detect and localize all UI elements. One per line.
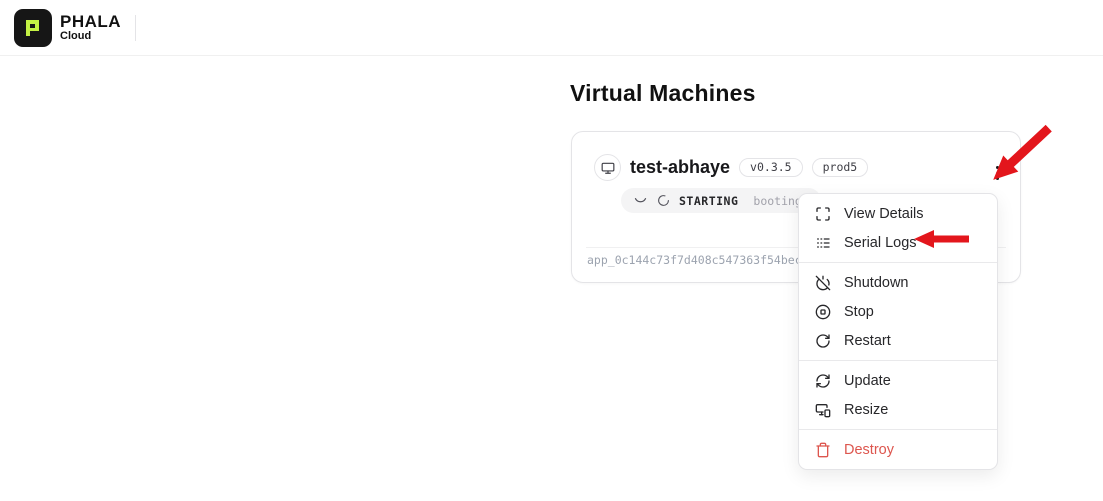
power-off-icon — [814, 274, 831, 291]
menu-item-shutdown[interactable]: Shutdown — [799, 268, 997, 297]
menu-separator — [799, 429, 997, 430]
vm-status-detail: booting — [753, 194, 801, 208]
spinner-icon — [657, 194, 670, 207]
topbar-divider — [135, 15, 136, 41]
brand-name: PHALA — [60, 13, 121, 30]
logs-list-icon — [814, 234, 831, 251]
brand-subtitle: Cloud — [60, 31, 121, 42]
menu-item-resize[interactable]: Resize — [799, 395, 997, 424]
vm-context-menu: View Details Serial Logs Shutdown — [798, 193, 998, 470]
vm-name: test-abhaye — [630, 157, 730, 178]
trash-icon — [814, 441, 831, 458]
vm-monitor-icon — [594, 154, 621, 181]
phala-logo-icon[interactable] — [14, 9, 52, 47]
vm-status-text: STARTING — [679, 194, 738, 208]
chevron-down-icon — [633, 193, 648, 208]
menu-item-label: Destroy — [844, 442, 894, 458]
app-window: PHALA Cloud Virtual Machines test-abhaye… — [0, 0, 1103, 501]
menu-item-label: Serial Logs — [844, 235, 917, 251]
menu-item-update[interactable]: Update — [799, 366, 997, 395]
vm-actions-menu-button[interactable] — [984, 160, 1010, 186]
page-title: Virtual Machines — [570, 80, 756, 107]
menu-separator — [799, 360, 997, 361]
rotate-cw-icon — [814, 332, 831, 349]
menu-item-view-details[interactable]: View Details — [799, 199, 997, 228]
vm-version-badge: v0.3.5 — [739, 158, 803, 178]
menu-item-label: Stop — [844, 304, 874, 320]
menu-item-stop[interactable]: Stop — [799, 297, 997, 326]
refresh-cw-icon — [814, 372, 831, 389]
top-bar: PHALA Cloud — [0, 0, 1103, 56]
phala-p-glyph — [21, 16, 45, 40]
menu-item-destroy[interactable]: Destroy — [799, 435, 997, 464]
monitor-resize-icon — [814, 401, 831, 418]
menu-item-serial-logs[interactable]: Serial Logs — [799, 228, 997, 257]
menu-item-label: Shutdown — [844, 275, 909, 291]
vm-card-header: test-abhaye v0.3.5 prod5 — [594, 154, 868, 181]
brand-text: PHALA Cloud — [60, 13, 121, 42]
menu-separator — [799, 262, 997, 263]
menu-item-label: Resize — [844, 402, 888, 418]
scan-expand-icon — [814, 205, 831, 222]
menu-item-label: View Details — [844, 206, 924, 222]
vm-cluster-badge: prod5 — [812, 158, 869, 178]
menu-item-label: Update — [844, 373, 891, 389]
stop-circle-icon — [814, 303, 831, 320]
vm-status-pill[interactable]: STARTING booting — [621, 188, 821, 213]
menu-item-label: Restart — [844, 333, 891, 349]
menu-item-restart[interactable]: Restart — [799, 326, 997, 355]
